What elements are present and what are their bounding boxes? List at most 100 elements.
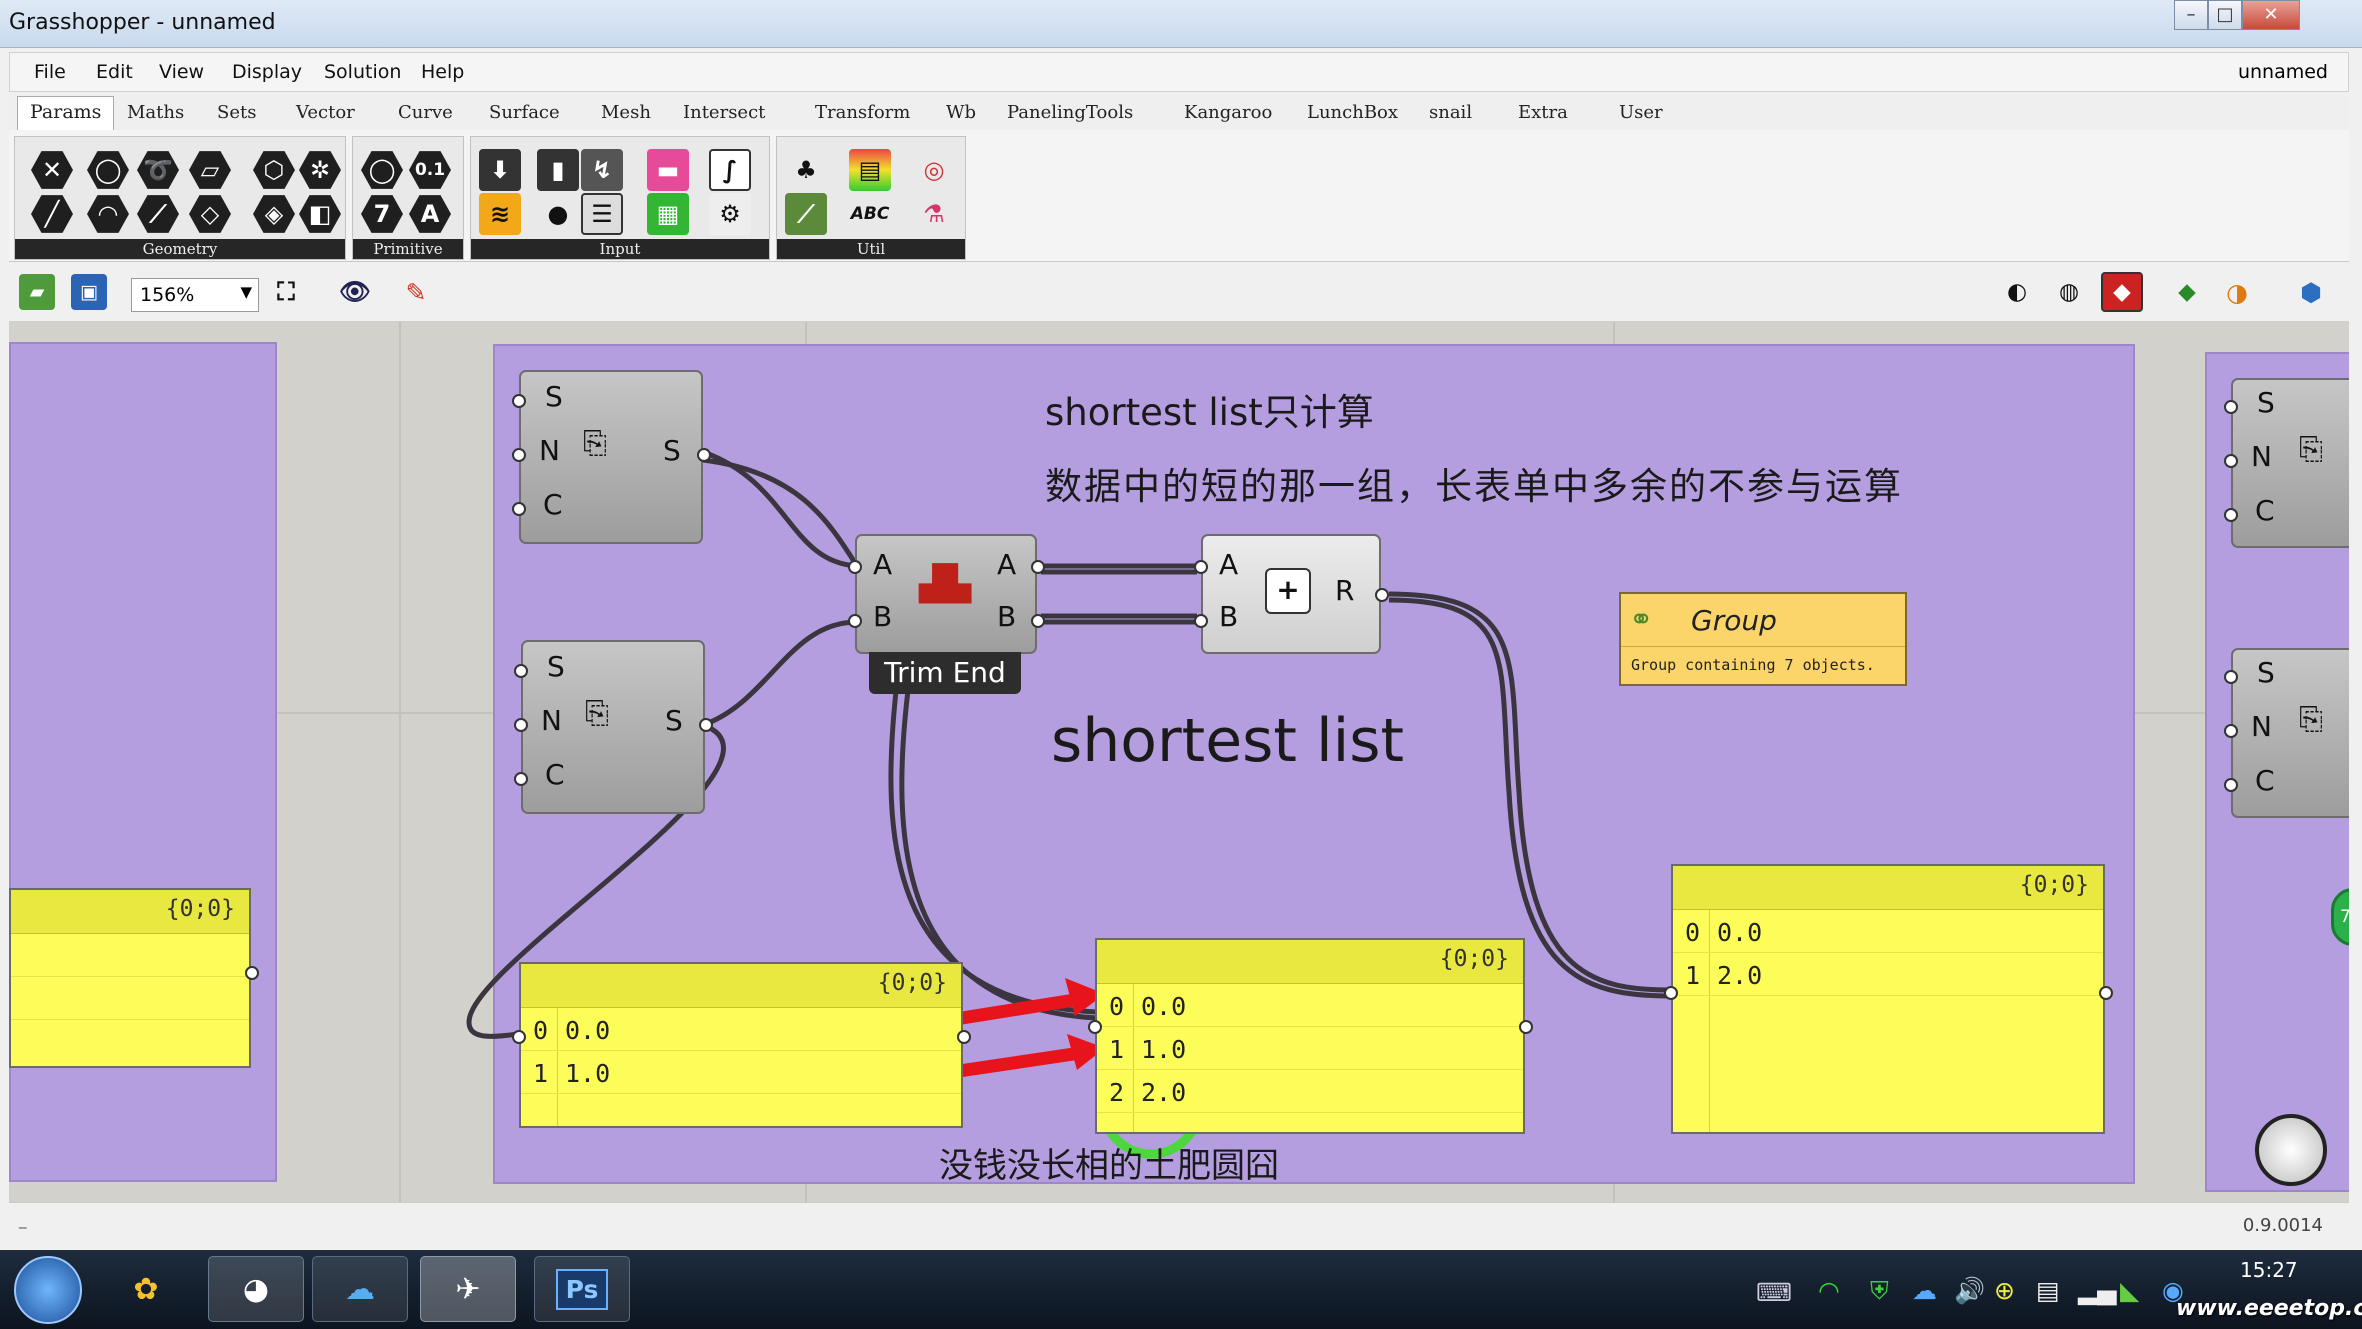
pinwheel-app-icon[interactable]: ✿ (98, 1256, 194, 1322)
signal-icon[interactable]: ▂▄ (2078, 1276, 2116, 1305)
clock-time[interactable]: 15:27 (2240, 1258, 2298, 1282)
qq-app-icon[interactable]: ◕ (208, 1256, 304, 1322)
input-port[interactable] (2224, 670, 2238, 684)
series-component[interactable]: S N C ⎘ (2224, 378, 2349, 548)
output-port[interactable] (957, 1030, 971, 1044)
zoom-extents-icon[interactable]: ⛶ (265, 274, 307, 310)
start-button[interactable] (14, 1256, 82, 1324)
input-port[interactable] (1088, 1020, 1102, 1034)
input-port[interactable] (2224, 400, 2238, 414)
input-port[interactable] (2224, 508, 2238, 522)
minimize-button[interactable]: – (2174, 0, 2208, 30)
output-port[interactable] (1031, 560, 1045, 574)
tab-snail[interactable]: snail (1429, 102, 1472, 123)
input-port[interactable] (1194, 614, 1208, 628)
tab-extra[interactable]: Extra (1518, 102, 1568, 123)
tree-icon[interactable]: ♣ (785, 149, 827, 191)
trim-end-component[interactable]: A B ▟▙ A B (848, 534, 1045, 654)
tab-maths[interactable]: Maths (127, 102, 184, 123)
menu-display[interactable]: Display (232, 61, 302, 83)
menu-solution[interactable]: Solution (324, 61, 401, 83)
brep-param-icon[interactable]: ⟋ (137, 195, 179, 233)
value-list-icon[interactable]: ☰ (581, 193, 623, 235)
boolean-param-icon[interactable]: ◯ (361, 151, 403, 189)
graph-mapper-icon[interactable]: ↯ (581, 149, 623, 191)
input-port[interactable] (848, 560, 862, 574)
input-port[interactable] (512, 502, 526, 516)
slider-icon[interactable]: ▮ (537, 149, 579, 191)
input-port[interactable] (1194, 560, 1208, 574)
menu-view[interactable]: View (159, 61, 204, 83)
nvidia-icon[interactable]: ◣ (2120, 1276, 2139, 1305)
tab-transform[interactable]: Transform (815, 102, 910, 123)
point-param-icon[interactable]: ✕ (31, 151, 73, 189)
tab-lunchbox[interactable]: LunchBox (1307, 102, 1398, 123)
arc-param-icon[interactable]: ◠ (87, 195, 129, 233)
photoshop-app-icon[interactable]: Ps (534, 1256, 630, 1322)
maximize-button[interactable]: □ (2208, 0, 2242, 30)
zoom-select[interactable]: 156% ▼ (131, 278, 259, 312)
tab-mesh[interactable]: Mesh (601, 102, 651, 123)
material-icon[interactable]: ◑ (2219, 274, 2255, 310)
open-file-icon[interactable]: ▰ (19, 274, 55, 310)
series-component[interactable]: S N C ⎘ (2224, 648, 2349, 818)
input-port[interactable] (848, 614, 862, 628)
menu-edit[interactable]: Edit (96, 61, 133, 83)
input-port[interactable] (514, 664, 528, 678)
curve-param-icon[interactable]: ➰ (137, 151, 179, 189)
preview-wireframe-icon[interactable]: ◐ (1999, 274, 2035, 310)
preview-shaded-icon[interactable]: ◍ (2051, 274, 2087, 310)
volume-icon[interactable]: 🔊 (1954, 1276, 1985, 1306)
input-port[interactable] (514, 772, 528, 786)
series-component[interactable]: S N C ⎘ S (512, 370, 711, 544)
input-port[interactable] (2224, 454, 2238, 468)
tab-kangaroo[interactable]: Kangaroo (1184, 102, 1272, 123)
flask-icon[interactable]: ⚗ (913, 193, 955, 235)
input-port[interactable] (512, 1030, 526, 1044)
box-param-icon[interactable]: ⬡ (253, 151, 295, 189)
input-port[interactable] (514, 718, 528, 732)
plus-tray-icon[interactable]: ⊕ (1994, 1276, 2015, 1305)
tab-params[interactable]: Params (17, 96, 115, 130)
input-port[interactable] (512, 448, 526, 462)
tab-sets[interactable]: Sets (217, 102, 256, 123)
addition-component[interactable]: A B + R (1194, 534, 1389, 654)
tab-panelingtools[interactable]: PanelingTools (1007, 102, 1133, 123)
tab-surface[interactable]: Surface (489, 102, 560, 123)
input-port[interactable] (1664, 986, 1678, 1000)
output-port[interactable] (1375, 588, 1389, 602)
cloud-tray-icon[interactable]: ☁ (1912, 1276, 1937, 1305)
tab-user[interactable]: User (1619, 102, 1663, 123)
number-param-icon[interactable]: 0.1 (409, 151, 451, 189)
bake-icon[interactable]: ◆ (2169, 274, 2205, 310)
tab-wb[interactable]: Wb (946, 102, 976, 123)
legend-icon[interactable]: ▤ (849, 149, 891, 191)
plane-param-icon[interactable]: ◇ (189, 195, 231, 233)
mesh-param-icon[interactable]: ✲ (299, 151, 341, 189)
graph-canvas[interactable]: S N C ⎘ S S N C ⎘ S A B ▟▙ A B Trim End … (9, 322, 2349, 1202)
scribble-icon[interactable]: ABC (849, 193, 891, 235)
keyboard-icon[interactable]: ⌨ (1756, 1278, 1792, 1307)
integer-param-icon[interactable]: 7 (361, 195, 403, 233)
series-component[interactable]: S N C ⎘ S (514, 640, 713, 814)
output-port[interactable] (1519, 1020, 1533, 1034)
colour-swatch-icon[interactable]: ▦ (647, 193, 689, 235)
chart-icon[interactable]: ⟋ (785, 193, 827, 235)
panel-result[interactable]: {0;0} 0 0.0 1 2.0 (1664, 864, 2113, 1134)
tab-intersect[interactable]: Intersect (683, 102, 765, 123)
surface-param-icon[interactable]: ▱ (189, 151, 231, 189)
menu-help[interactable]: Help (421, 61, 464, 83)
output-port[interactable] (699, 718, 713, 732)
line-param-icon[interactable]: ╱ (31, 195, 73, 233)
wifi-icon[interactable]: ◠ (1818, 1276, 1840, 1305)
cloud-app-icon[interactable]: ☁ (312, 1256, 408, 1322)
graph-icon[interactable]: ∫ (709, 149, 751, 191)
panel-input[interactable]: {0;0} 0 0.0 1 1.0 (512, 962, 971, 1128)
output-port[interactable] (697, 448, 711, 462)
text-param-icon[interactable]: A (409, 195, 451, 233)
preview-selected-icon[interactable]: ◆ (2101, 272, 2143, 312)
navigation-dial-icon[interactable] (2255, 1114, 2327, 1186)
tab-vector[interactable]: Vector (296, 102, 355, 123)
sketch-pen-icon[interactable]: ✎ (395, 274, 437, 310)
grasshopper-app-icon[interactable]: ✈ (420, 1256, 516, 1322)
